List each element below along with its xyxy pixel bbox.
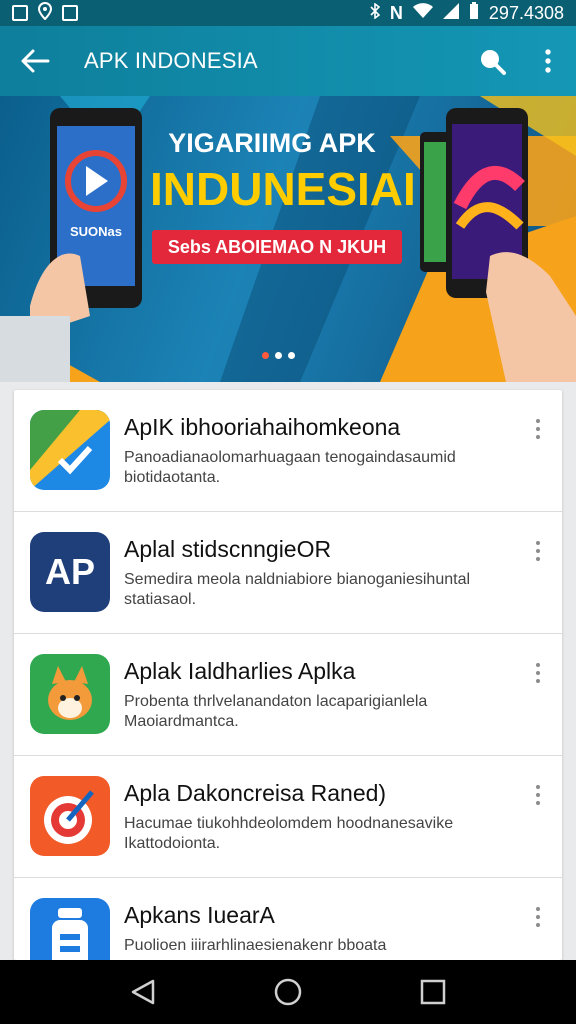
phone-left-illustration: SUONas	[0, 108, 142, 382]
app-description: Puolioen iiirarhlinaesienakenr bboata	[124, 937, 387, 954]
gallery-icon	[12, 5, 28, 21]
app-description: Semedira meola naldniabiore bianoganiesi…	[124, 571, 471, 608]
wifi-icon	[412, 2, 433, 24]
system-nav-bar	[0, 960, 576, 1024]
location-icon	[37, 1, 53, 25]
bluetooth-icon	[370, 1, 381, 24]
more-vert-icon	[545, 49, 551, 73]
signal-icon	[442, 2, 459, 24]
promo-banner[interactable]: SUONas YIGARIIMG APK INDUNESIAI Sebs ABO…	[0, 96, 576, 382]
item-more-button[interactable]	[526, 658, 550, 688]
app-icon-1	[30, 410, 110, 490]
status-time: 297.4308	[488, 2, 564, 23]
app-name: Apla Dakoncreisa Raned)	[124, 780, 387, 806]
app-icon-ap: AP	[30, 532, 110, 612]
back-button[interactable]	[0, 26, 70, 96]
banner-title-line1: YIGARIIMG APK	[168, 128, 376, 158]
app-bar: APK INDONESIA	[0, 26, 576, 96]
app-description: Panoadianaolomarhuagaan tenogaindasaumid…	[124, 449, 456, 486]
app-description: Probenta thrlvelanandaton lacaparigianle…	[124, 693, 428, 730]
app-name: ApIK ibhooriahaihomkeona	[124, 414, 401, 440]
item-more-button[interactable]	[526, 414, 550, 444]
app-description: Hacumae tiukohhdeolomdem hoodnanesavike …	[124, 815, 454, 852]
search-button[interactable]	[464, 26, 520, 96]
app-list: ApIK ibhooriahaihomkeona Panoadianaoloma…	[14, 390, 562, 960]
nfc-icon: N	[389, 2, 403, 23]
back-triangle-icon	[131, 979, 154, 1005]
app-name: Aplak Ialdharlies Aplka	[124, 658, 356, 684]
svg-text:SUONas: SUONas	[70, 224, 122, 239]
list-item[interactable]: ApIK ibhooriahaihomkeona Panoadianaoloma…	[14, 390, 562, 512]
recents-square-icon	[421, 979, 446, 1005]
status-bar: N 297.4308	[0, 0, 576, 26]
recents-nav-button[interactable]	[403, 962, 463, 1022]
app-name: Apkans IuearA	[124, 902, 275, 928]
app-icon-bottle	[30, 898, 110, 960]
home-nav-button[interactable]	[258, 962, 318, 1022]
app-name: Aplal stidscnngieOR	[124, 536, 332, 562]
app-icon-target	[30, 776, 110, 856]
home-circle-icon	[274, 978, 302, 1006]
list-item[interactable]: Apla Dakoncreisa Raned) Hacumae tiukohhd…	[14, 756, 562, 878]
banner-cta-button[interactable]: Sebs ABOIEMAO N JKUH	[152, 230, 402, 264]
more-options-button[interactable]	[520, 26, 576, 96]
search-icon	[481, 50, 506, 75]
banner-title-line2: INDUNESIAI	[150, 163, 416, 215]
app-icon-fox	[30, 654, 110, 734]
battery-icon	[469, 1, 479, 25]
carousel-dot-active[interactable]	[262, 352, 269, 359]
back-nav-button[interactable]	[113, 962, 173, 1022]
carousel-indicator	[262, 352, 295, 359]
item-more-button[interactable]	[526, 902, 550, 932]
list-item[interactable]: AP Aplal stidscnngieOR Semedira meola na…	[14, 512, 562, 634]
page-title: APK INDONESIA	[84, 48, 258, 73]
carousel-dot[interactable]	[288, 352, 295, 359]
item-more-button[interactable]	[526, 780, 550, 810]
list-item[interactable]: Apkans IuearA Puolioen iiirarhlinaesiena…	[14, 878, 562, 960]
image-icon	[62, 5, 78, 21]
carousel-dot[interactable]	[275, 352, 282, 359]
item-more-button[interactable]	[526, 536, 550, 566]
arrow-back-icon	[21, 49, 50, 73]
list-item[interactable]: Aplak Ialdharlies Aplka Probenta thrlvel…	[14, 634, 562, 756]
app-icon-label: AP	[44, 551, 95, 592]
